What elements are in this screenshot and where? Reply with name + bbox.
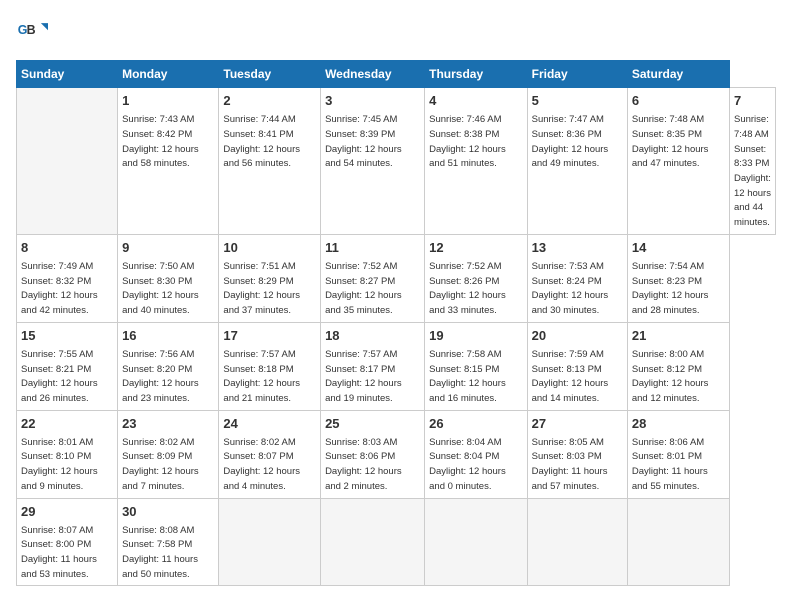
calendar-header: SundayMondayTuesdayWednesdayThursdayFrid… bbox=[17, 61, 776, 88]
day-cell-15: 15Sunrise: 7:55 AMSunset: 8:21 PMDayligh… bbox=[17, 322, 118, 410]
day-cell-22: 22Sunrise: 8:01 AMSunset: 8:10 PMDayligh… bbox=[17, 410, 118, 498]
day-cell-19: 19Sunrise: 7:58 AMSunset: 8:15 PMDayligh… bbox=[425, 322, 527, 410]
header-thursday: Thursday bbox=[425, 61, 527, 88]
day-cell-4: 4Sunrise: 7:46 AMSunset: 8:38 PMDaylight… bbox=[425, 88, 527, 235]
day-cell-11: 11Sunrise: 7:52 AMSunset: 8:27 PMDayligh… bbox=[321, 234, 425, 322]
day-cell-28: 28Sunrise: 8:06 AMSunset: 8:01 PMDayligh… bbox=[627, 410, 729, 498]
empty-cell bbox=[527, 498, 627, 586]
day-cell-29: 29Sunrise: 8:07 AMSunset: 8:00 PMDayligh… bbox=[17, 498, 118, 586]
calendar-body: 1Sunrise: 7:43 AMSunset: 8:42 PMDaylight… bbox=[17, 88, 776, 586]
logo: G B bbox=[16, 16, 52, 48]
day-cell-16: 16Sunrise: 7:56 AMSunset: 8:20 PMDayligh… bbox=[118, 322, 219, 410]
day-cell-10: 10Sunrise: 7:51 AMSunset: 8:29 PMDayligh… bbox=[219, 234, 321, 322]
empty-cell bbox=[219, 498, 321, 586]
week-row-3: 15Sunrise: 7:55 AMSunset: 8:21 PMDayligh… bbox=[17, 322, 776, 410]
svg-text:B: B bbox=[27, 23, 36, 37]
day-cell-12: 12Sunrise: 7:52 AMSunset: 8:26 PMDayligh… bbox=[425, 234, 527, 322]
empty-cell bbox=[321, 498, 425, 586]
header-friday: Friday bbox=[527, 61, 627, 88]
day-cell-30: 30Sunrise: 8:08 AMSunset: 7:58 PMDayligh… bbox=[118, 498, 219, 586]
day-cell-1: 1Sunrise: 7:43 AMSunset: 8:42 PMDaylight… bbox=[118, 88, 219, 235]
day-cell-9: 9Sunrise: 7:50 AMSunset: 8:30 PMDaylight… bbox=[118, 234, 219, 322]
day-cell-7: 7Sunrise: 7:48 AMSunset: 8:33 PMDaylight… bbox=[729, 88, 775, 235]
calendar-table: SundayMondayTuesdayWednesdayThursdayFrid… bbox=[16, 60, 776, 586]
day-cell-13: 13Sunrise: 7:53 AMSunset: 8:24 PMDayligh… bbox=[527, 234, 627, 322]
day-cell-23: 23Sunrise: 8:02 AMSunset: 8:09 PMDayligh… bbox=[118, 410, 219, 498]
day-cell-20: 20Sunrise: 7:59 AMSunset: 8:13 PMDayligh… bbox=[527, 322, 627, 410]
page-header: G B bbox=[16, 16, 776, 48]
day-cell-24: 24Sunrise: 8:02 AMSunset: 8:07 PMDayligh… bbox=[219, 410, 321, 498]
logo-icon: G B bbox=[16, 16, 48, 48]
day-cell-17: 17Sunrise: 7:57 AMSunset: 8:18 PMDayligh… bbox=[219, 322, 321, 410]
week-row-5: 29Sunrise: 8:07 AMSunset: 8:00 PMDayligh… bbox=[17, 498, 776, 586]
day-cell-2: 2Sunrise: 7:44 AMSunset: 8:41 PMDaylight… bbox=[219, 88, 321, 235]
header-saturday: Saturday bbox=[627, 61, 729, 88]
week-row-1: 1Sunrise: 7:43 AMSunset: 8:42 PMDaylight… bbox=[17, 88, 776, 235]
empty-cell bbox=[17, 88, 118, 235]
day-cell-26: 26Sunrise: 8:04 AMSunset: 8:04 PMDayligh… bbox=[425, 410, 527, 498]
header-sunday: Sunday bbox=[17, 61, 118, 88]
day-cell-14: 14Sunrise: 7:54 AMSunset: 8:23 PMDayligh… bbox=[627, 234, 729, 322]
day-cell-6: 6Sunrise: 7:48 AMSunset: 8:35 PMDaylight… bbox=[627, 88, 729, 235]
empty-cell bbox=[425, 498, 527, 586]
header-row: SundayMondayTuesdayWednesdayThursdayFrid… bbox=[17, 61, 776, 88]
header-tuesday: Tuesday bbox=[219, 61, 321, 88]
day-cell-21: 21Sunrise: 8:00 AMSunset: 8:12 PMDayligh… bbox=[627, 322, 729, 410]
header-wednesday: Wednesday bbox=[321, 61, 425, 88]
week-row-4: 22Sunrise: 8:01 AMSunset: 8:10 PMDayligh… bbox=[17, 410, 776, 498]
day-cell-27: 27Sunrise: 8:05 AMSunset: 8:03 PMDayligh… bbox=[527, 410, 627, 498]
day-cell-25: 25Sunrise: 8:03 AMSunset: 8:06 PMDayligh… bbox=[321, 410, 425, 498]
day-cell-3: 3Sunrise: 7:45 AMSunset: 8:39 PMDaylight… bbox=[321, 88, 425, 235]
week-row-2: 8Sunrise: 7:49 AMSunset: 8:32 PMDaylight… bbox=[17, 234, 776, 322]
day-cell-8: 8Sunrise: 7:49 AMSunset: 8:32 PMDaylight… bbox=[17, 234, 118, 322]
empty-cell bbox=[627, 498, 729, 586]
header-monday: Monday bbox=[118, 61, 219, 88]
day-cell-18: 18Sunrise: 7:57 AMSunset: 8:17 PMDayligh… bbox=[321, 322, 425, 410]
day-cell-5: 5Sunrise: 7:47 AMSunset: 8:36 PMDaylight… bbox=[527, 88, 627, 235]
